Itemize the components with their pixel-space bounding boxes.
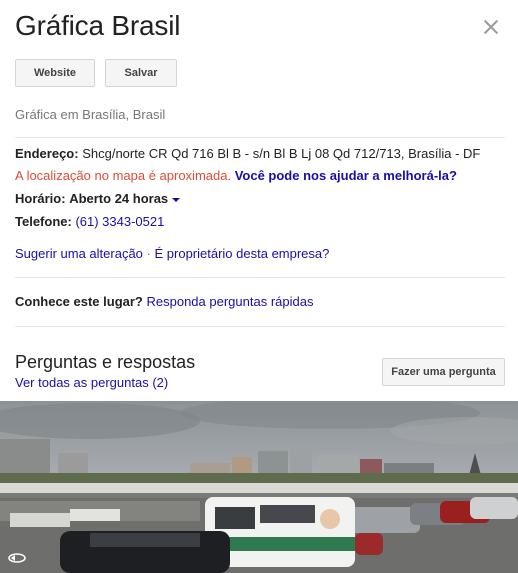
suggest-edit-link[interactable]: Sugerir uma alteração xyxy=(15,246,143,261)
street-view-photo[interactable] xyxy=(0,401,518,573)
divider xyxy=(15,277,505,278)
address-label: Endereço: xyxy=(15,146,79,161)
see-all-questions-link[interactable]: Ver todas as perguntas (2) xyxy=(15,375,168,390)
divider xyxy=(15,326,505,327)
hours-label: Horário: xyxy=(15,191,66,206)
location-warning: A localização no mapa é aproximada. xyxy=(15,168,232,183)
improve-location-link[interactable]: Você pode nos ajudar a melhorá-la? xyxy=(235,168,457,183)
business-panel: Gráfica Brasil Website Salvar Gráfica em… xyxy=(0,0,518,573)
answer-questions-link[interactable]: Responda perguntas rápidas xyxy=(147,294,314,309)
hours-value[interactable]: Aberto 24 horas xyxy=(69,191,168,206)
divider xyxy=(15,137,505,138)
phone-link[interactable]: (61) 3343-0521 xyxy=(75,214,164,229)
ask-question-button[interactable]: Fazer uma pergunta xyxy=(382,358,505,386)
close-icon[interactable] xyxy=(480,16,502,38)
street-view-image xyxy=(0,401,518,573)
phone-row: Telefone: (61) 3343-0521 xyxy=(15,214,164,229)
business-category: Gráfica em Brasília, Brasil xyxy=(15,107,166,122)
know-place-label: Conhece este lugar? xyxy=(15,294,143,309)
website-button[interactable]: Website xyxy=(15,59,95,87)
save-button[interactable]: Salvar xyxy=(105,59,177,87)
edit-links-row: Sugerir uma alteração · É proprietário d… xyxy=(15,246,329,261)
separator-dot: · xyxy=(146,246,151,261)
location-note-row: A localização no mapa é aproximada. Você… xyxy=(15,168,457,183)
qa-title: Perguntas e respostas xyxy=(15,352,196,372)
claim-business-link[interactable]: É proprietário desta empresa? xyxy=(155,246,330,261)
hours-row: Horário: Aberto 24 horas xyxy=(15,191,181,206)
business-title: Gráfica Brasil xyxy=(15,10,181,41)
know-place-row: Conhece este lugar? Responda perguntas r… xyxy=(15,294,313,309)
phone-label: Telefone: xyxy=(15,214,72,229)
address-value: Shcg/norte CR Qd 716 Bl B - s/n Bl B Lj … xyxy=(82,146,481,161)
address-row: Endereço: Shcg/norte CR Qd 716 Bl B - s/… xyxy=(15,146,480,161)
360-rotate-icon[interactable] xyxy=(6,545,28,567)
caret-down-icon[interactable] xyxy=(172,197,181,202)
